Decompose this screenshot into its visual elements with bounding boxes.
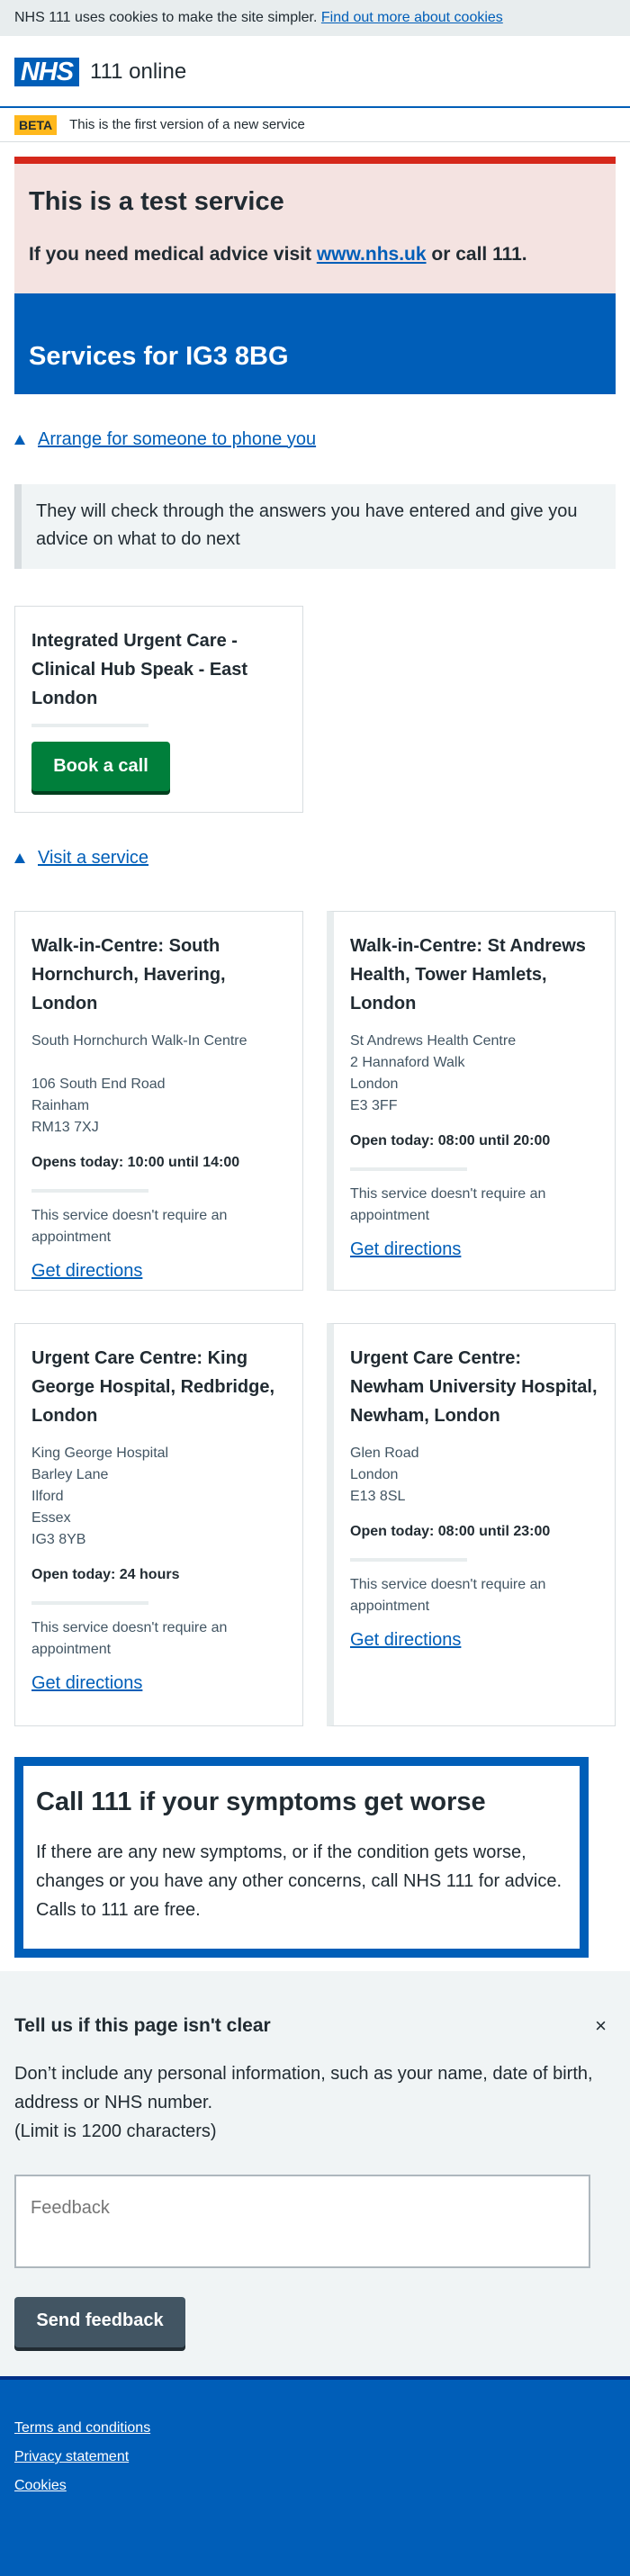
address-line: Ilford xyxy=(32,1489,64,1504)
call-111-title: Call 111 if your symptoms get worse xyxy=(36,1788,486,1816)
close-icon[interactable]: × xyxy=(595,2014,607,2038)
get-directions-link[interactable]: Get directions xyxy=(32,1673,142,1694)
get-directions-link[interactable]: Get directions xyxy=(350,1630,461,1651)
phone-toggle[interactable]: Arrange for someone to phone you xyxy=(14,428,630,451)
beta-text: This is the first version of a new servi… xyxy=(69,117,305,132)
site-header: NHS 111 online xyxy=(0,36,630,108)
cookie-banner: NHS 111 uses cookies to make the site si… xyxy=(0,0,630,36)
opening-hours: Open today: 08:00 until 20:00 xyxy=(350,1133,551,1148)
address-line: RM13 7XJ xyxy=(32,1120,99,1135)
divider xyxy=(32,724,148,727)
services-heading: Services for IG3 8BG xyxy=(14,293,616,394)
address-line: 106 South End Road xyxy=(32,1076,166,1092)
triangle-up-icon xyxy=(14,852,25,863)
call-111-panel: Call 111 if your symptoms get worse If t… xyxy=(14,1757,589,1958)
cookie-text: NHS 111 uses cookies to make the site si… xyxy=(14,10,318,25)
service-card-address: King George Hospital Barley Lane Ilford … xyxy=(32,1443,286,1551)
address-line: 2 Hannaford Walk xyxy=(350,1055,465,1070)
address-line: E3 3FF xyxy=(350,1098,398,1113)
visit-toggle[interactable]: Visit a service xyxy=(14,846,148,869)
cookie-info-link[interactable]: Find out more about cookies xyxy=(321,10,503,25)
service-card-title: Walk-in-Centre: St Andrews Health, Tower… xyxy=(350,936,586,1013)
phone-toggle-label[interactable]: Arrange for someone to phone you xyxy=(38,429,316,450)
service-card-address: St Andrews Health Centre 2 Hannaford Wal… xyxy=(350,1031,598,1117)
nhs-logo[interactable]: NHS xyxy=(14,58,79,86)
book-call-button[interactable]: Book a call xyxy=(32,742,170,791)
appointment-note: This service doesn't require an appointm… xyxy=(32,1208,228,1245)
opening-hours: Opens today: 10:00 until 14:00 xyxy=(32,1155,240,1170)
test-service-text-before: If you need medical advice visit xyxy=(29,244,311,265)
get-directions-link[interactable]: Get directions xyxy=(32,1261,142,1282)
appointment-note: This service doesn't require an appointm… xyxy=(350,1577,546,1614)
address-line: London xyxy=(350,1076,399,1092)
feedback-input[interactable] xyxy=(14,2175,590,2268)
test-service-text-after: or call 111. xyxy=(431,244,527,265)
site-footer: Terms and conditions Privacy statement C… xyxy=(0,2376,630,2576)
service-card: Urgent Care Centre: Newham University Ho… xyxy=(327,1323,616,1726)
service-card-address: South Hornchurch Walk-In Centre 106 Sout… xyxy=(32,1031,286,1139)
test-service-panel: This is a test service If you need medic… xyxy=(14,157,616,293)
address-line: South Hornchurch Walk-In Centre xyxy=(32,1033,248,1049)
address-line: London xyxy=(350,1467,399,1482)
feedback-info: Don’t include any personal information, … xyxy=(14,2064,593,2112)
footer-link-cookies[interactable]: Cookies xyxy=(14,2472,616,2500)
address-line: King George Hospital xyxy=(32,1446,169,1461)
visit-toggle-label[interactable]: Visit a service xyxy=(38,848,148,869)
address-line: Barley Lane xyxy=(32,1467,109,1482)
test-service-title: This is a test service xyxy=(29,187,284,216)
get-directions-link[interactable]: Get directions xyxy=(350,1239,461,1260)
triangle-up-icon xyxy=(14,434,25,445)
service-card: Walk-in-Centre: South Hornchurch, Haveri… xyxy=(14,911,303,1291)
footer-link-privacy[interactable]: Privacy statement xyxy=(14,2443,616,2472)
address-line: Rainham xyxy=(32,1098,90,1113)
service-card-address: Glen Road London E13 8SL xyxy=(350,1443,598,1508)
phone-service-title: Integrated Urgent Care - Clinical Hub Sp… xyxy=(32,631,248,708)
service-card-title: Walk-in-Centre: South Hornchurch, Haveri… xyxy=(32,936,226,1013)
address-spacer xyxy=(32,1052,286,1074)
appointment-note: This service doesn't require an appointm… xyxy=(32,1620,228,1657)
opening-hours: Open today: 24 hours xyxy=(32,1567,180,1582)
divider xyxy=(32,1189,148,1193)
service-card: Walk-in-Centre: St Andrews Health, Tower… xyxy=(327,911,616,1291)
feedback-section: Tell us if this page isn't clear × Don’t… xyxy=(0,1971,630,2378)
test-service-text: If you need medical advice visit www.nhs… xyxy=(29,241,601,268)
service-card-title: Urgent Care Centre: Newham University Ho… xyxy=(350,1348,598,1426)
beta-tag: BETA xyxy=(14,114,58,135)
call-111-text: If there are any new symptoms, or if the… xyxy=(36,1842,562,1920)
phone-inset-text: They will check through the answers you … xyxy=(14,484,616,569)
divider xyxy=(32,1601,148,1605)
nhs-website-link[interactable]: www.nhs.uk xyxy=(317,244,427,265)
service-card: Urgent Care Centre: King George Hospital… xyxy=(14,1323,303,1726)
feedback-header: Tell us if this page isn't clear × xyxy=(14,2014,616,2038)
address-line: St Andrews Health Centre xyxy=(350,1033,517,1049)
divider xyxy=(350,1167,467,1171)
beta-banner: BETA This is the first version of a new … xyxy=(0,108,630,142)
footer-link-terms[interactable]: Terms and conditions xyxy=(14,2414,616,2443)
address-line: IG3 8YB xyxy=(32,1532,86,1547)
divider xyxy=(350,1558,467,1562)
appointment-note: This service doesn't require an appointm… xyxy=(350,1186,546,1223)
opening-hours: Open today: 08:00 until 23:00 xyxy=(350,1524,551,1539)
feedback-title: Tell us if this page isn't clear xyxy=(14,2015,271,2036)
send-feedback-button[interactable]: Send feedback xyxy=(14,2297,185,2347)
address-line: Glen Road xyxy=(350,1446,419,1461)
address-line: Essex xyxy=(32,1510,71,1526)
address-line: E13 8SL xyxy=(350,1489,406,1504)
phone-service-card: Integrated Urgent Care - Clinical Hub Sp… xyxy=(14,606,303,813)
feedback-limit: (Limit is 1200 characters) xyxy=(14,2121,217,2141)
service-name[interactable]: 111 online xyxy=(90,58,186,86)
service-card-title: Urgent Care Centre: King George Hospital… xyxy=(32,1348,275,1426)
